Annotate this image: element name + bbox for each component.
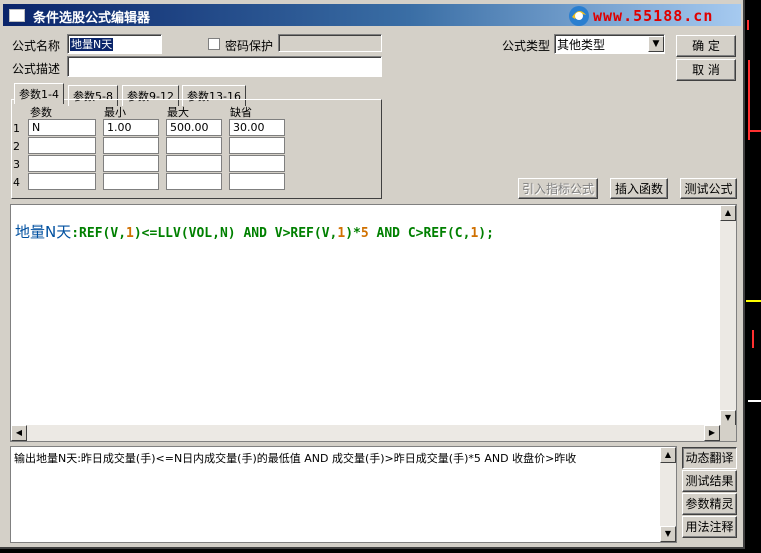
formula-name-label: 公式名称 (12, 39, 61, 53)
param-default-input[interactable]: 30.00 (229, 119, 285, 136)
param-name-input[interactable] (28, 173, 96, 190)
formula-desc-label: 公式描述 (12, 62, 61, 76)
param-min-input[interactable] (103, 155, 159, 172)
insert-function-button[interactable]: 插入函数 (610, 178, 668, 199)
dynamic-translate-button[interactable]: 动态翻译 (682, 447, 737, 469)
scroll-corner (720, 425, 736, 441)
cancel-button[interactable]: 取 消 (676, 59, 736, 81)
test-result-button[interactable]: 测试结果 (682, 470, 737, 492)
scroll-right-icon[interactable]: ▶ (704, 425, 720, 441)
window-icon (9, 9, 25, 22)
formula-name-input[interactable]: 地量N天 (67, 34, 162, 54)
chevron-down-icon[interactable]: ▼ (648, 36, 664, 52)
site-logo: www.55188.cn (565, 4, 745, 28)
scroll-up-icon[interactable]: ▲ (660, 447, 676, 463)
code-token: )* (345, 226, 361, 241)
scroll-down-icon[interactable]: ▼ (720, 410, 736, 426)
param-default-input[interactable] (229, 137, 285, 154)
formula-desc-input[interactable] (67, 56, 382, 77)
code-number: 1 (126, 226, 134, 241)
password-input[interactable] (278, 34, 382, 52)
param-row-number: 3 (13, 158, 20, 171)
formula-type-label: 公式类型 (502, 39, 551, 53)
code-token: C>REF(C, (400, 226, 471, 241)
param-name-input[interactable] (28, 137, 96, 154)
param-header-max: 最大 (167, 106, 189, 119)
param-row-number: 4 (13, 176, 20, 189)
formula-code-line: 地量N天:REF(V,1)<=LLV(VOL,N) AND V>REF(V,1)… (15, 221, 494, 242)
param-min-input[interactable]: 1.00 (103, 119, 159, 136)
editor-horizontal-scrollbar[interactable]: ◀ ▶ (11, 425, 720, 441)
background-chart-line (748, 400, 761, 402)
code-number: 5 (360, 226, 369, 241)
import-indicator-button[interactable]: 引入指标公式 (518, 178, 598, 199)
param-header-default: 缺省 (230, 106, 252, 119)
usage-notes-button[interactable]: 用法注释 (682, 516, 737, 538)
param-min-input[interactable] (103, 173, 159, 190)
code-token: V>REF(V, (266, 226, 338, 241)
param-wizard-button[interactable]: 参数精灵 (682, 493, 737, 515)
code-keyword-and: AND (243, 226, 267, 241)
test-formula-button[interactable]: 测试公式 (680, 178, 737, 199)
background-chart-line (747, 20, 749, 30)
code-output-name: 地量N天 (15, 223, 72, 241)
param-row-number: 2 (13, 140, 20, 153)
translation-text: 输出地量N天:昨日成交量(手)<=N日内成交量(手)的最低值 AND 成交量(手… (14, 452, 577, 465)
ok-button[interactable]: 确 定 (676, 35, 736, 57)
code-keyword-and: AND (376, 226, 400, 241)
background-chart-line (746, 300, 761, 302)
formula-type-value: 其他类型 (557, 38, 606, 52)
param-max-input[interactable] (166, 173, 222, 190)
param-row-number: 1 (13, 122, 20, 135)
param-max-input[interactable] (166, 137, 222, 154)
param-max-input[interactable]: 500.00 (166, 119, 222, 136)
background-chart-line (748, 60, 750, 140)
formula-editor-window: 条件选股公式编辑器 公式名称 地量N天 密码保护 公式类型 其他类型 ▼ 公式描… (0, 0, 745, 549)
param-header-name: 参数 (30, 106, 52, 119)
output-vertical-scrollbar[interactable]: ▲ ▼ (660, 447, 676, 542)
code-token: ); (478, 226, 494, 241)
code-token: :REF(V, (71, 226, 127, 241)
tab-params-1-4[interactable]: 参数1-4 (14, 83, 64, 104)
formula-type-select[interactable]: 其他类型 ▼ (554, 34, 665, 54)
formula-name-value: 地量N天 (70, 38, 114, 51)
code-token: )<=LLV(VOL,N) (133, 226, 244, 241)
params-panel: 参数 最小 最大 缺省 1 N 1.00 500.00 30.00 2 3 4 (11, 99, 382, 199)
editor-vertical-scrollbar[interactable]: ▲ ▼ (720, 205, 736, 426)
background-chart-line (752, 330, 754, 348)
password-label: 密码保护 (225, 39, 274, 53)
logo-text: www.55188.cn (593, 7, 714, 25)
window-title: 条件选股公式编辑器 (33, 11, 151, 26)
param-header-min: 最小 (104, 106, 126, 119)
param-default-input[interactable] (229, 173, 285, 190)
translation-output: 输出地量N天:昨日成交量(手)<=N日内成交量(手)的最低值 AND 成交量(手… (10, 446, 677, 543)
logo-swirl-icon (569, 6, 589, 26)
param-name-input[interactable] (28, 155, 96, 172)
scroll-up-icon[interactable]: ▲ (720, 205, 736, 221)
scroll-down-icon[interactable]: ▼ (660, 526, 676, 542)
param-default-input[interactable] (229, 155, 285, 172)
background-chart-line (750, 130, 761, 132)
formula-code-editor[interactable]: 地量N天:REF(V,1)<=LLV(VOL,N) AND V>REF(V,1)… (10, 204, 737, 442)
param-name-input[interactable]: N (28, 119, 96, 136)
scroll-left-icon[interactable]: ◀ (11, 425, 27, 441)
password-checkbox[interactable] (208, 38, 220, 50)
param-max-input[interactable] (166, 155, 222, 172)
param-min-input[interactable] (103, 137, 159, 154)
